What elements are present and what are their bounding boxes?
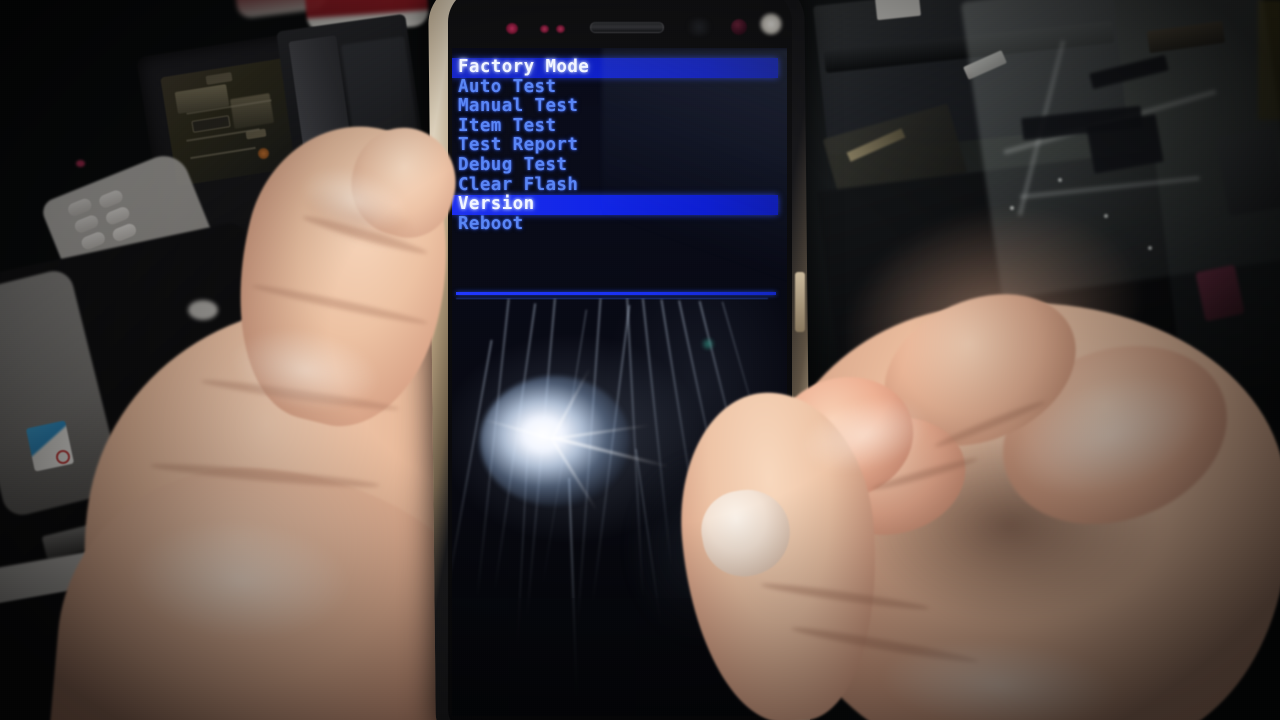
menu-divider [456, 292, 776, 295]
screenshot-scene: Factory Mode Auto Test Manual Test Item … [0, 0, 1280, 720]
light-sensor [556, 25, 565, 33]
menu-item-manual-test[interactable]: Manual Test [452, 97, 787, 117]
pcb-shield-can-2 [229, 93, 275, 129]
menu-item-label: Clear Flash [458, 174, 579, 195]
menu-item-label: Reboot [458, 213, 524, 234]
notification-led [506, 23, 518, 34]
menu-item-version[interactable]: Version [452, 195, 787, 215]
menu-item-label: Factory Mode [458, 57, 590, 77]
white-highlight-blob [188, 300, 218, 320]
bezel-light-glint [758, 12, 784, 36]
front-camera [731, 19, 747, 35]
menu-item-label: Manual Test [458, 96, 579, 117]
menu-item-item-test[interactable]: Item Test [452, 115, 787, 137]
menu-item-auto-test[interactable]: Auto Test [452, 76, 787, 98]
menu-item-test-report[interactable]: Test Report [452, 136, 787, 156]
menu-item-label: Debug Test [458, 154, 568, 175]
menu-item-reboot[interactable]: Reboot [452, 213, 787, 235]
bezel-reflection [684, 18, 714, 36]
yellow-object [1258, 0, 1280, 120]
menu-item-label: Item Test [458, 115, 557, 136]
earpiece-speaker [590, 22, 664, 33]
menu-item-label: Test Report [458, 135, 579, 156]
menu-item-debug-test[interactable]: Debug Test [452, 154, 787, 176]
factory-mode-menu[interactable]: Factory Mode Auto Test Manual Test Item … [452, 57, 787, 235]
proximity-sensor [540, 25, 549, 33]
sim-card-marking [56, 450, 70, 464]
pcb-component [258, 148, 269, 159]
lens-flare-dot [700, 338, 716, 350]
led-indicator [76, 160, 85, 167]
menu-item-label: Version [458, 194, 535, 215]
menu-item-factory-mode[interactable]: Factory Mode [452, 57, 787, 78]
volume-rocker[interactable] [795, 272, 805, 332]
menu-item-clear-flash[interactable]: Clear Flash [452, 174, 787, 196]
menu-item-label: Auto Test [458, 76, 557, 97]
